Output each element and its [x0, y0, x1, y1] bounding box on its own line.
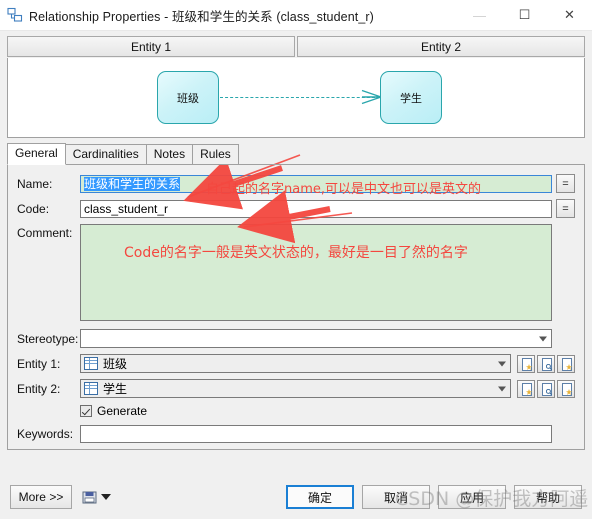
- chevron-down-icon: [498, 361, 506, 366]
- close-button[interactable]: ✕: [547, 0, 592, 30]
- code-row: Code: class_student_r =: [17, 199, 575, 218]
- tab-bar: General Cardinalities Notes Rules: [7, 145, 585, 165]
- save-icon[interactable]: [82, 490, 97, 505]
- generate-label: Generate: [97, 404, 147, 418]
- code-input[interactable]: class_student_r: [80, 200, 552, 218]
- general-tab-panel: Name: 班级和学生的关系 = Code: class_student_r =…: [7, 165, 585, 450]
- footer-action-buttons: 确定 取消 应用 帮助: [286, 485, 582, 509]
- dialog-footer: More >> 确定 取消 应用 帮助: [0, 475, 592, 519]
- name-row: Name: 班级和学生的关系 =: [17, 174, 575, 193]
- entity2-header: Entity 2: [297, 36, 585, 57]
- save-dropdown-icon[interactable]: [101, 494, 111, 500]
- entity2-row: Entity 2: 学生: [17, 379, 575, 398]
- keywords-input[interactable]: [80, 425, 552, 443]
- chevron-down-icon: [498, 386, 506, 391]
- diagram-entity-right: 学生: [380, 71, 442, 124]
- stereotype-label: Stereotype:: [17, 332, 80, 346]
- stereotype-combobox[interactable]: [80, 329, 552, 348]
- entity1-combobox[interactable]: 班级: [80, 354, 511, 373]
- apply-button[interactable]: 应用: [438, 485, 506, 509]
- entity2-label: Entity 2:: [17, 382, 80, 396]
- code-label: Code:: [17, 202, 80, 216]
- maximize-button[interactable]: ☐: [502, 0, 547, 30]
- diagram-preview: Entity 1 Entity 2 班级 学生: [7, 36, 585, 138]
- ok-button[interactable]: 确定: [286, 485, 354, 509]
- name-input-value: 班级和学生的关系: [84, 177, 180, 191]
- entity-header-row: Entity 1 Entity 2: [7, 36, 585, 57]
- tab-general[interactable]: General: [7, 143, 66, 165]
- tab-rules[interactable]: Rules: [192, 144, 239, 164]
- minimize-button[interactable]: —: [457, 0, 502, 30]
- entity2-actions: [515, 380, 575, 398]
- create-entity1-button[interactable]: [517, 355, 535, 373]
- cancel-button[interactable]: 取消: [362, 485, 430, 509]
- tab-cardinalities[interactable]: Cardinalities: [65, 144, 147, 164]
- table-icon: [84, 382, 98, 395]
- diagram-entity-left: 班级: [157, 71, 219, 124]
- name-input[interactable]: 班级和学生的关系: [80, 175, 552, 193]
- properties-entity2-button[interactable]: [557, 380, 575, 398]
- properties-entity1-button[interactable]: [557, 355, 575, 373]
- name-equals-button[interactable]: =: [556, 174, 575, 193]
- entity1-row: Entity 1: 班级: [17, 354, 575, 373]
- table-icon: [84, 357, 98, 370]
- diagram-canvas: 班级 学生: [7, 58, 585, 138]
- create-entity2-button[interactable]: [517, 380, 535, 398]
- browse-entity1-button[interactable]: [537, 355, 555, 373]
- comment-row: Comment:: [17, 224, 575, 321]
- entity1-value: 班级: [103, 355, 127, 372]
- window-controls: — ☐ ✕: [457, 0, 592, 30]
- more-button[interactable]: More >>: [10, 485, 72, 509]
- help-button[interactable]: 帮助: [514, 485, 582, 509]
- tab-notes[interactable]: Notes: [146, 144, 193, 164]
- relationship-icon: [7, 7, 23, 23]
- keywords-label: Keywords:: [17, 427, 80, 441]
- window-title: Relationship Properties - 班级和学生的关系 (clas…: [29, 6, 374, 25]
- chevron-down-icon: [539, 336, 547, 341]
- relationship-line: [220, 97, 380, 98]
- entity2-value: 学生: [103, 380, 127, 397]
- generate-checkbox[interactable]: [80, 405, 92, 417]
- keywords-row: Keywords:: [17, 425, 575, 443]
- crows-foot-icon: [360, 86, 382, 108]
- code-equals-button[interactable]: =: [556, 199, 575, 218]
- browse-entity2-button[interactable]: [537, 380, 555, 398]
- name-label: Name:: [17, 177, 80, 191]
- entity2-combobox[interactable]: 学生: [80, 379, 511, 398]
- comment-label: Comment:: [17, 224, 80, 240]
- generate-row: Generate: [17, 404, 575, 418]
- entity1-label: Entity 1:: [17, 357, 80, 371]
- comment-textarea[interactable]: [80, 224, 552, 321]
- entity1-header: Entity 1: [7, 36, 295, 57]
- entity1-actions: [515, 355, 575, 373]
- stereotype-row: Stereotype:: [17, 329, 575, 348]
- title-bar: Relationship Properties - 班级和学生的关系 (clas…: [0, 0, 592, 31]
